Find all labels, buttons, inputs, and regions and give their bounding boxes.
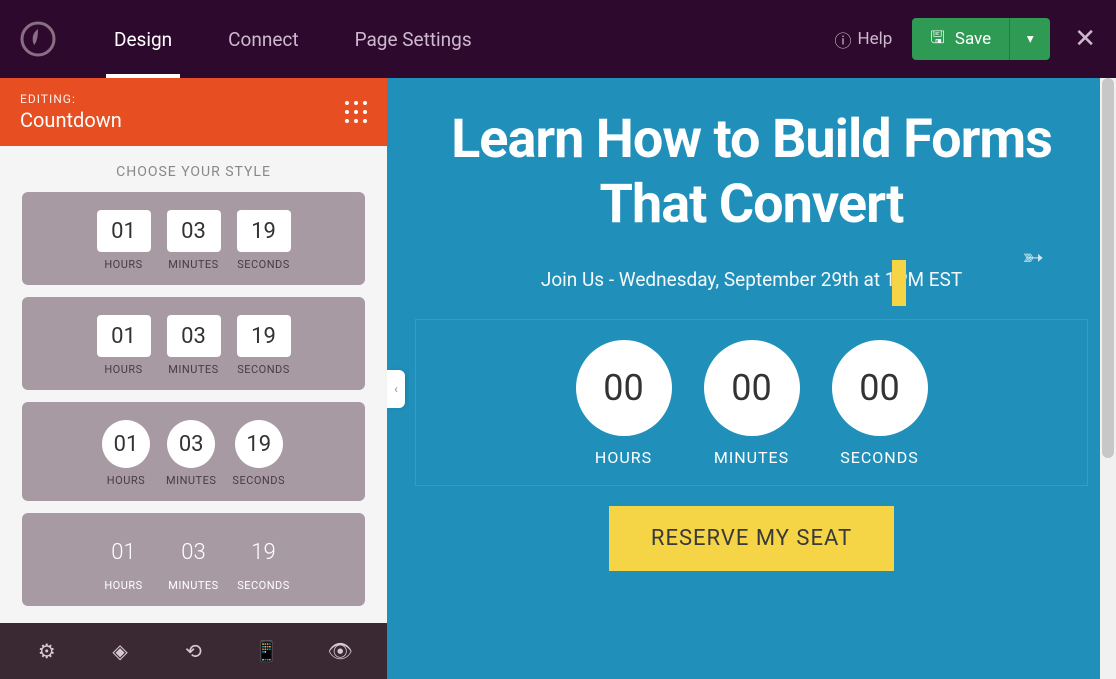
mobile-icon[interactable]: 📱 <box>245 639 289 663</box>
cta-button[interactable]: RESERVE MY SEAT <box>609 506 894 571</box>
sidebar: EDITING: Countdown CHOOSE YOUR STYLE 01H… <box>0 78 387 679</box>
save-label: Save <box>955 29 991 49</box>
scrollbar[interactable] <box>1100 78 1116 679</box>
collapse-sidebar-button[interactable]: ‹ <box>387 370 405 408</box>
save-disk-icon: 🖫 <box>930 25 944 54</box>
eye-icon[interactable]: 👁 <box>318 639 362 663</box>
tab-connect[interactable]: Connect <box>200 0 326 78</box>
choose-style-label: CHOOSE YOUR STYLE <box>0 146 387 192</box>
chevron-left-icon: ‹ <box>394 382 398 396</box>
drag-handle-icon[interactable] <box>345 101 367 123</box>
editing-name: Countdown <box>20 108 122 132</box>
bird-icon: ➳ <box>1022 243 1044 273</box>
countdown-widget[interactable]: 00HOURS 00MINUTES 00SECONDS <box>415 319 1088 486</box>
style-option-circle[interactable]: 01HOURS 03MINUTES 19SECONDS <box>22 402 365 501</box>
bottom-toolbar: ⚙ ◈ ⟲ 📱 👁 <box>0 623 387 679</box>
save-dropdown-button[interactable]: ▾ <box>1010 18 1050 60</box>
canvas[interactable]: Learn How to Build Forms That Convert Jo… <box>387 78 1116 679</box>
headline[interactable]: Learn How to Build Forms That Convert <box>407 108 1096 238</box>
help-label: Help <box>858 29 893 49</box>
logo-icon <box>20 21 56 57</box>
chevron-down-icon: ▾ <box>1027 32 1034 47</box>
editing-header: EDITING: Countdown <box>0 78 387 146</box>
history-icon[interactable]: ⟲ <box>171 639 215 663</box>
close-icon: ✕ <box>1074 24 1096 54</box>
style-option-flat[interactable]: 01HOURS 03MINUTES 19SECONDS <box>22 297 365 390</box>
style-list: 01HOURS 03MINUTES 19SECONDS 01HOURS 03MI… <box>0 192 387 623</box>
save-button[interactable]: 🖫 Save <box>912 18 1010 60</box>
text-cursor <box>892 260 906 306</box>
style-option-boxed[interactable]: 01HOURS 03MINUTES 19SECONDS <box>22 192 365 285</box>
help-link[interactable]: ⓘ Help <box>835 27 893 52</box>
nav-tabs: Design Connect Page Settings <box>86 0 500 78</box>
help-icon: ⓘ <box>835 27 852 52</box>
layers-icon[interactable]: ◈ <box>98 639 142 663</box>
tab-page-settings[interactable]: Page Settings <box>327 0 500 78</box>
gear-icon[interactable]: ⚙ <box>25 639 69 663</box>
scrollbar-thumb[interactable] <box>1102 78 1114 458</box>
close-button[interactable]: ✕ <box>1074 24 1096 54</box>
tab-design[interactable]: Design <box>86 0 200 78</box>
style-option-plain[interactable]: 01HOURS 03MINUTES 19SECONDS <box>22 513 365 606</box>
editing-label: EDITING: <box>20 92 122 106</box>
top-bar: Design Connect Page Settings ⓘ Help 🖫 Sa… <box>0 0 1116 78</box>
subheadline[interactable]: Join Us - Wednesday, September 29th at 1… <box>407 268 1096 291</box>
save-group: 🖫 Save ▾ <box>912 18 1050 60</box>
